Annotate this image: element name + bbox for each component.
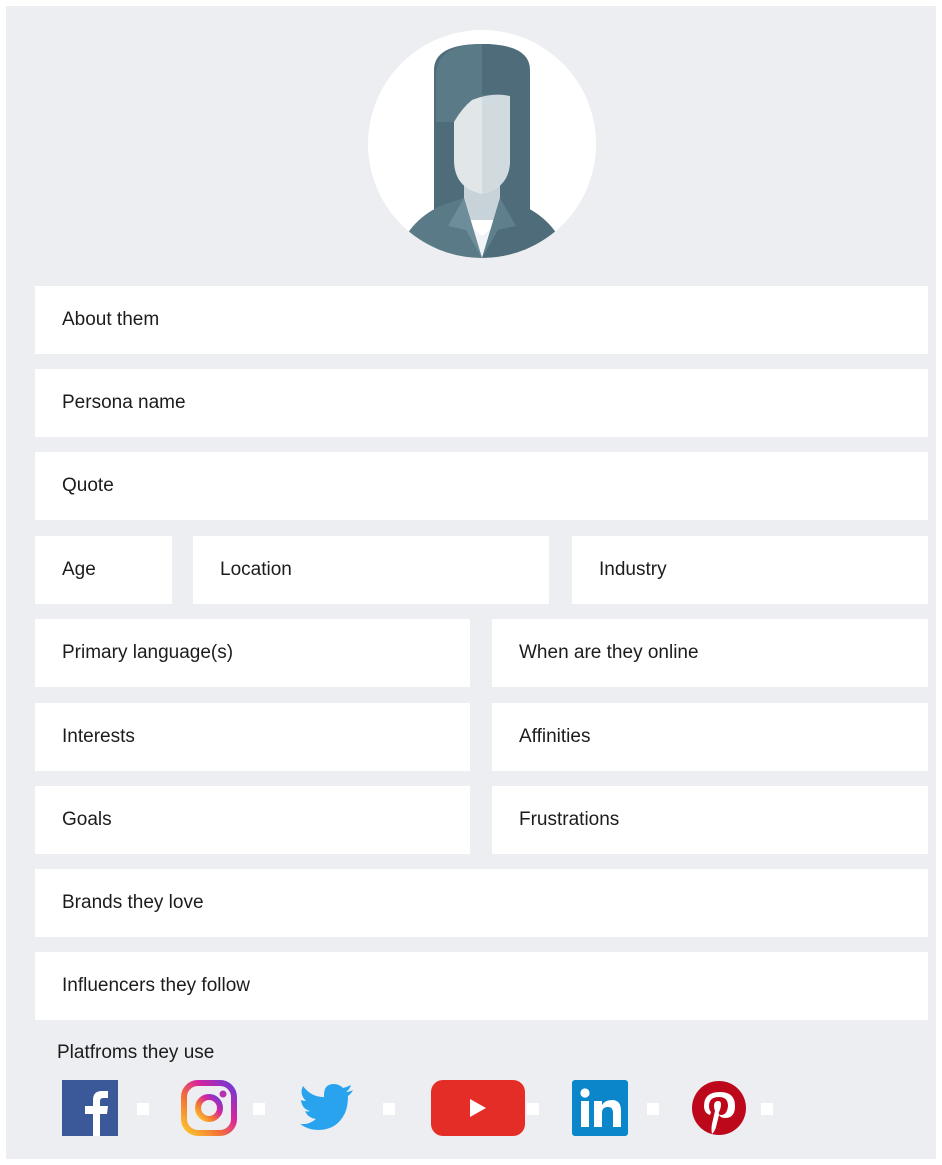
frustrations-field[interactable]: Frustrations [492, 786, 928, 854]
pinterest-icon[interactable] [691, 1080, 747, 1136]
about-them-field[interactable]: About them [35, 286, 928, 354]
linkedin-icon[interactable] [572, 1080, 628, 1136]
persona-card: About them Persona name Quote Age Locati… [6, 6, 936, 1159]
separator-square [137, 1103, 149, 1115]
location-field[interactable]: Location [193, 536, 549, 604]
facebook-icon[interactable] [62, 1080, 118, 1136]
separator-square [253, 1103, 265, 1115]
industry-field[interactable]: Industry [572, 536, 928, 604]
when-online-field[interactable]: When are they online [492, 619, 928, 687]
platforms-label: Platfroms they use [57, 1042, 215, 1063]
instagram-icon[interactable] [181, 1080, 237, 1136]
youtube-icon[interactable] [431, 1080, 525, 1136]
twitter-icon[interactable] [299, 1080, 355, 1136]
persona-avatar[interactable] [368, 30, 596, 258]
separator-square [527, 1103, 539, 1115]
persona-name-field[interactable]: Persona name [35, 369, 928, 437]
separator-square [761, 1103, 773, 1115]
interests-field[interactable]: Interests [35, 703, 470, 771]
avatar-woman-icon [398, 44, 566, 258]
platform-icons [57, 1080, 817, 1136]
separator-square [647, 1103, 659, 1115]
affinities-field[interactable]: Affinities [492, 703, 928, 771]
brands-field[interactable]: Brands they love [35, 869, 928, 937]
age-field[interactable]: Age [35, 536, 172, 604]
influencers-field[interactable]: Influencers they follow [35, 952, 928, 1020]
quote-field[interactable]: Quote [35, 452, 928, 520]
primary-language-field[interactable]: Primary language(s) [35, 619, 470, 687]
goals-field[interactable]: Goals [35, 786, 470, 854]
separator-square [383, 1103, 395, 1115]
